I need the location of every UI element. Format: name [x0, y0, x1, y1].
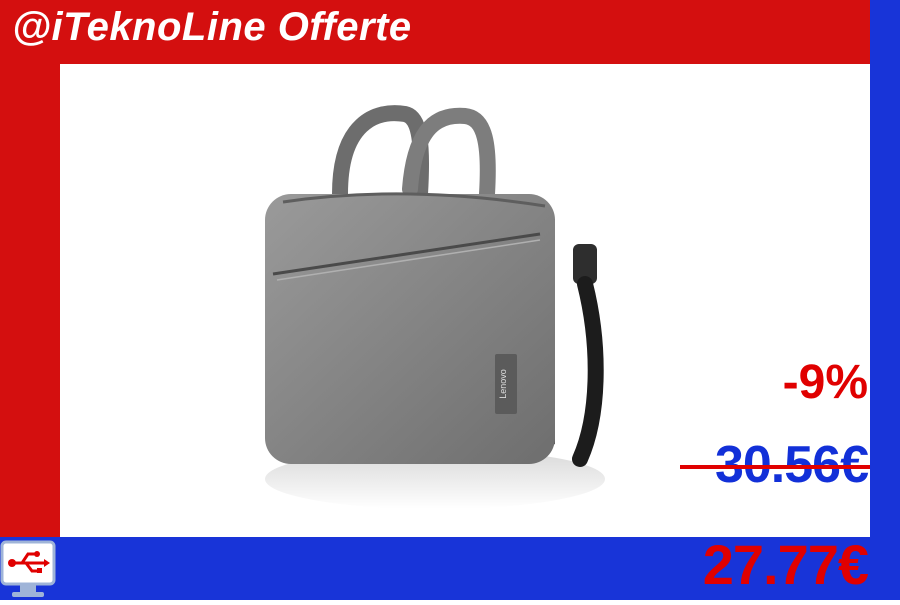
computer-usb-logo-icon	[0, 538, 56, 600]
laptop-bag-icon: Lenovo	[265, 105, 605, 509]
price-strikethrough	[680, 465, 870, 469]
brand-tag: Lenovo	[498, 369, 508, 399]
discount-badge: -9%	[782, 356, 868, 409]
right-band-blue	[870, 0, 900, 600]
brand-title: @iTeknoLine Offerte	[12, 5, 412, 49]
left-band-red	[0, 0, 60, 540]
sale-price: 27.77€	[702, 533, 869, 596]
